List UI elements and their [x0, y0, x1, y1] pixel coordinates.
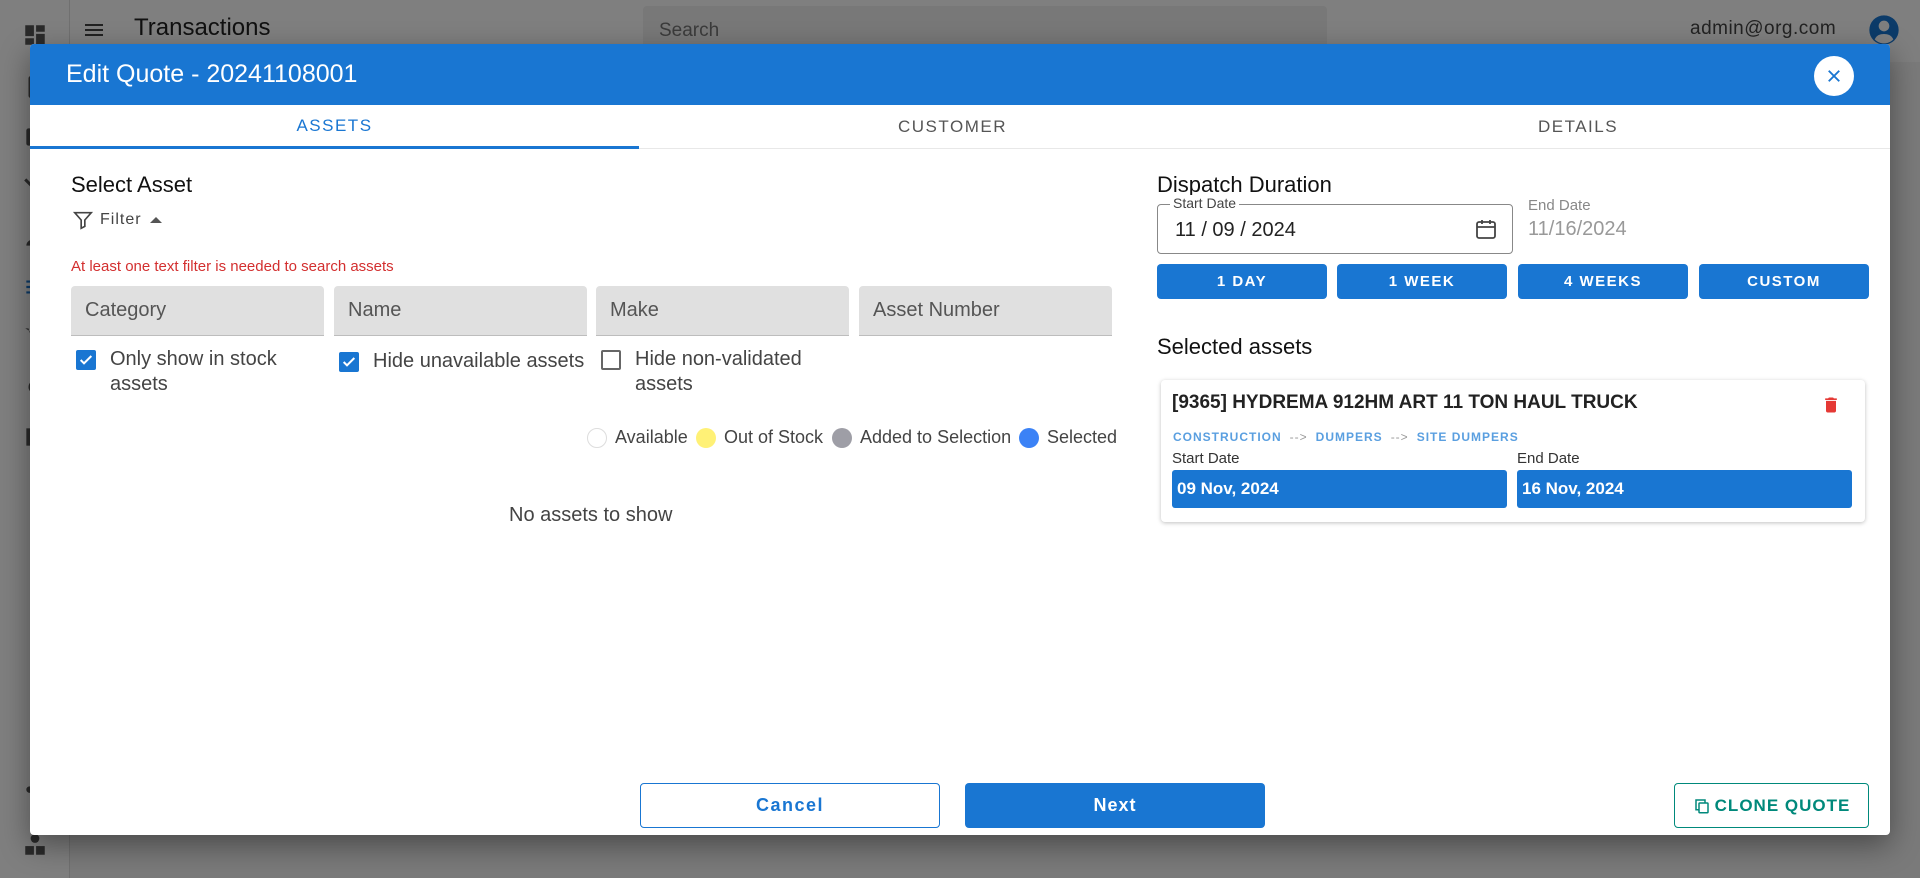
name-input[interactable]: [348, 299, 573, 322]
checkbox-checked-icon: [76, 350, 96, 370]
hide-non-validated-label-line2: assets: [635, 373, 693, 395]
asset-number-input[interactable]: [873, 299, 1098, 322]
make-field[interactable]: [596, 286, 849, 336]
asset-start-label: Start Date: [1172, 450, 1240, 467]
checkbox-checked-icon: [339, 352, 359, 372]
selected-dot-icon: [1019, 427, 1039, 448]
start-date-label: Start Date: [1170, 195, 1240, 211]
category-input[interactable]: [85, 299, 310, 322]
start-date-value[interactable]: 11 / 09 / 2024: [1175, 219, 1296, 242]
cancel-button[interactable]: Cancel: [640, 783, 940, 828]
close-icon: [1828, 70, 1840, 82]
in-stock-label-line1: Only show in stock: [110, 348, 277, 370]
asset-start-date[interactable]: 09 Nov, 2024: [1172, 470, 1507, 508]
in-stock-checkbox[interactable]: Only show in stock assets: [76, 347, 277, 397]
selected-asset-card: [9365] HYDREMA 912HM ART 11 TON HAUL TRU…: [1161, 380, 1865, 522]
hide-non-validated-checkbox[interactable]: Hide non-validated assets: [601, 347, 802, 397]
select-asset-title: Select Asset: [71, 172, 193, 197]
filter-warning: At least one text filter is needed to se…: [71, 258, 394, 275]
custom-button[interactable]: CUSTOM: [1699, 264, 1869, 299]
legend-label: Out of Stock: [724, 427, 824, 447]
tab-assets[interactable]: ASSETS: [30, 105, 639, 149]
filter-toggle[interactable]: Filter: [72, 208, 164, 232]
legend-label: Added to Selection: [860, 427, 1012, 447]
edit-quote-dialog: Edit Quote - 20241108001 ASSETS CUSTOMER…: [30, 44, 1890, 835]
category-crumb[interactable]: DUMPERS: [1316, 430, 1383, 444]
filter-label: Filter: [100, 211, 142, 228]
empty-assets-message: No assets to show: [509, 504, 673, 526]
selected-assets-title: Selected assets: [1157, 334, 1313, 359]
clone-quote-button[interactable]: CLONE QUOTE: [1674, 783, 1869, 828]
path-separator: -->: [1289, 430, 1308, 444]
category-field[interactable]: [71, 286, 324, 336]
chevron-up-icon: [149, 217, 162, 223]
tab-customer[interactable]: CUSTOMER: [639, 105, 1266, 149]
category-crumb[interactable]: CONSTRUCTION: [1173, 430, 1282, 444]
category-crumb[interactable]: SITE DUMPERS: [1417, 430, 1519, 444]
checkbox-unchecked-icon: [601, 350, 621, 370]
hide-unavailable-checkbox[interactable]: Hide unavailable assets: [339, 349, 584, 374]
hide-non-validated-label-line1: Hide non-validated: [635, 348, 802, 370]
next-button[interactable]: Next: [965, 783, 1265, 828]
close-button[interactable]: [1814, 56, 1854, 96]
legend-label: Selected: [1047, 427, 1118, 447]
out-of-stock-dot-icon: [696, 427, 716, 448]
end-date-label: End Date: [1528, 197, 1591, 214]
legend-out-of-stock: Out of Stock: [696, 427, 823, 448]
tab-details[interactable]: DETAILS: [1266, 105, 1890, 149]
delete-icon[interactable]: [1821, 394, 1841, 416]
asset-end-date[interactable]: 16 Nov, 2024: [1517, 470, 1852, 508]
asset-category-path: CONSTRUCTION --> DUMPERS --> SITE DUMPER…: [1173, 430, 1519, 444]
available-dot-icon: [587, 427, 607, 448]
make-input[interactable]: [610, 299, 835, 322]
hide-unavailable-label: Hide unavailable assets: [373, 350, 585, 372]
legend-added: Added to Selection: [832, 427, 1011, 448]
calendar-icon[interactable]: [1474, 217, 1498, 241]
copy-icon: [1694, 798, 1709, 813]
end-date-value: 11/16/2024: [1528, 218, 1627, 240]
name-field[interactable]: [334, 286, 587, 336]
dialog-header: Edit Quote - 20241108001: [30, 44, 1890, 105]
one-week-button[interactable]: 1 WEEK: [1337, 264, 1507, 299]
legend-label: Available: [615, 427, 688, 447]
dialog-tabs: ASSETS CUSTOMER DETAILS: [30, 105, 1890, 149]
added-dot-icon: [832, 427, 852, 448]
filter-icon: [72, 211, 94, 230]
legend-available: Available: [587, 427, 688, 448]
path-separator: -->: [1390, 430, 1409, 444]
in-stock-label-line2: assets: [110, 373, 168, 395]
one-day-button[interactable]: 1 DAY: [1157, 264, 1327, 299]
asset-number-field[interactable]: [859, 286, 1112, 336]
legend-selected: Selected: [1019, 427, 1117, 448]
clone-quote-label: CLONE QUOTE: [1714, 795, 1851, 815]
asset-name: [9365] HYDREMA 912HM ART 11 TON HAUL TRU…: [1172, 392, 1638, 413]
dialog-title: Edit Quote - 20241108001: [66, 60, 358, 88]
start-date-field[interactable]: Start Date 11 / 09 / 2024: [1157, 195, 1513, 254]
asset-end-label: End Date: [1517, 450, 1580, 467]
four-weeks-button[interactable]: 4 WEEKS: [1518, 264, 1688, 299]
